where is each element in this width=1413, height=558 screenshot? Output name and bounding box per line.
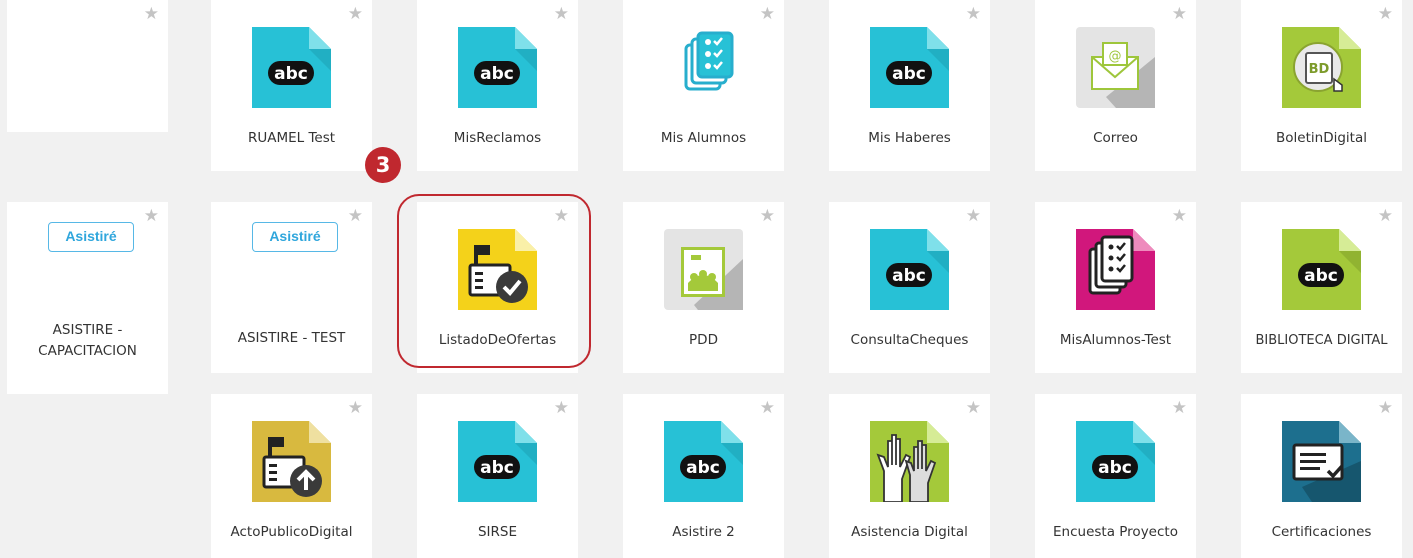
favorite-star-icon[interactable]: ★ [554,208,569,225]
favorite-star-icon[interactable]: ★ [966,400,981,417]
svg-text:abc: abc [686,458,720,478]
abc-doc-icon: abc [664,421,743,502]
favorite-star-icon[interactable]: ★ [966,208,981,225]
app-tile-asistire-2[interactable]: ★ abc Asistire 2 [623,394,784,558]
app-label: Asistire 2 [672,524,735,540]
bulletin-icon: BD [1282,27,1361,108]
favorite-star-icon[interactable]: ★ [1378,6,1393,23]
app-label: BIBLIOTECA DIGITAL [1255,333,1388,348]
favorite-star-icon[interactable]: ★ [1378,208,1393,225]
app-label: Encuesta Proyecto [1053,524,1178,540]
favorite-star-icon[interactable]: ★ [144,6,159,23]
app-label: Mis Haberes [868,130,951,146]
app-label: SIRSE [477,524,518,540]
app-label: PDD [689,332,718,348]
svg-text:abc: abc [274,64,308,84]
app-label: ListadoDeOfertas [438,332,557,348]
app-label: Correo [1093,130,1138,146]
step-number-badge: 3 [365,147,401,183]
svg-text:abc: abc [892,64,926,84]
app-tile-boletindigital[interactable]: ★ BD BoletinDigital [1241,0,1402,171]
app-tile-sirse[interactable]: ★ abc SIRSE [417,394,578,558]
offer-list-icon [458,229,537,310]
app-label: ASISTIRE - TEST [237,330,346,346]
abc-doc-icon: abc [458,27,537,108]
app-tile-mis-alumnos[interactable]: ★ Mis Alumnos [623,0,784,171]
app-tile-asistire-test[interactable]: ★ Asistiré ASISTIRE - TEST [211,202,372,373]
abc-doc-icon: abc [870,27,949,108]
app-tile-pdd[interactable]: ★ PDD [623,202,784,373]
abc-doc-icon: abc [1282,229,1361,310]
favorite-star-icon[interactable]: ★ [760,6,775,23]
app-tile-actopublicodigital[interactable]: ★ ActoPublicoDigital [211,394,372,558]
app-label: Asistencia Digital [851,524,968,540]
favorite-star-icon[interactable]: ★ [144,208,159,225]
app-label: Mis Alumnos [660,130,747,146]
app-tile-asistire-capacitacion[interactable]: ★ Asistiré ASISTIRE - CAPACITACION [7,202,168,394]
app-tile-misreclamos[interactable]: ★ abc MisReclamos [417,0,578,171]
favorite-star-icon[interactable]: ★ [1172,208,1187,225]
favorite-star-icon[interactable]: ★ [348,208,363,225]
student-list-icon [1076,229,1155,310]
favorite-star-icon[interactable]: ★ [1378,400,1393,417]
abc-doc-icon: abc [252,27,331,108]
pdd-icon [664,229,743,310]
favorite-star-icon[interactable]: ★ [760,400,775,417]
app-tile-encuesta-proyecto[interactable]: ★ abc Encuesta Proyecto [1035,394,1196,558]
app-label: MisAlumnos-Test [1059,332,1172,348]
favorite-star-icon[interactable]: ★ [348,400,363,417]
app-label: BoletinDigital [1276,130,1367,146]
raised-hands-icon [870,421,949,502]
abc-doc-icon: abc [1076,421,1155,502]
app-label: ConsultaCheques [850,332,969,348]
abc-doc-icon: abc [458,421,537,502]
mail-icon: @ [1076,27,1155,108]
app-tile-asistencia-digital[interactable]: ★ Asistencia Digital [829,394,990,558]
svg-text:abc: abc [892,266,926,286]
app-tile-correo[interactable]: ★ @ Correo [1035,0,1196,171]
favorite-star-icon[interactable]: ★ [348,6,363,23]
app-tile-misalumnos-test[interactable]: ★ MisAlumnos-Test [1035,202,1196,373]
svg-text:@: @ [1109,49,1122,64]
app-tile-certificaciones[interactable]: ★ Certificaciones [1241,394,1402,558]
abc-doc-icon: abc [870,229,949,310]
asistire-logo-icon: Asistiré [252,222,338,252]
svg-text:abc: abc [480,64,514,84]
favorite-star-icon[interactable]: ★ [760,208,775,225]
favorite-star-icon[interactable]: ★ [966,6,981,23]
app-label: ASISTIRE - CAPACITACION [38,322,137,359]
certificate-icon [1282,421,1361,502]
app-label: RUAMEL Test [247,130,336,146]
app-tile-consultacheques[interactable]: ★ abc ConsultaCheques [829,202,990,373]
favorite-star-icon[interactable]: ★ [554,400,569,417]
app-tile-mis-haberes[interactable]: ★ abc Mis Haberes [829,0,990,171]
svg-text:abc: abc [480,458,514,478]
student-list-icon [664,27,743,108]
asistire-logo-icon: Asistiré [48,222,134,252]
app-tile-blank[interactable]: ★ [7,0,168,132]
app-tile-listadodeofertas[interactable]: ★ ListadoDeOfertas [417,202,578,373]
svg-text:BD: BD [1309,62,1330,77]
favorite-star-icon[interactable]: ★ [1172,400,1187,417]
upload-id-icon [252,421,331,502]
app-tile-ruamel-test[interactable]: ★ abc RUAMEL Test [211,0,372,171]
app-label: Certificaciones [1271,524,1372,540]
app-tile-biblioteca-digital[interactable]: ★ abc BIBLIOTECA DIGITAL [1241,202,1402,373]
favorite-star-icon[interactable]: ★ [554,6,569,23]
svg-text:abc: abc [1098,458,1132,478]
favorite-star-icon[interactable]: ★ [1172,6,1187,23]
app-label: ActoPublicoDigital [230,524,353,540]
app-label: MisReclamos [453,130,542,146]
svg-text:abc: abc [1304,266,1338,286]
